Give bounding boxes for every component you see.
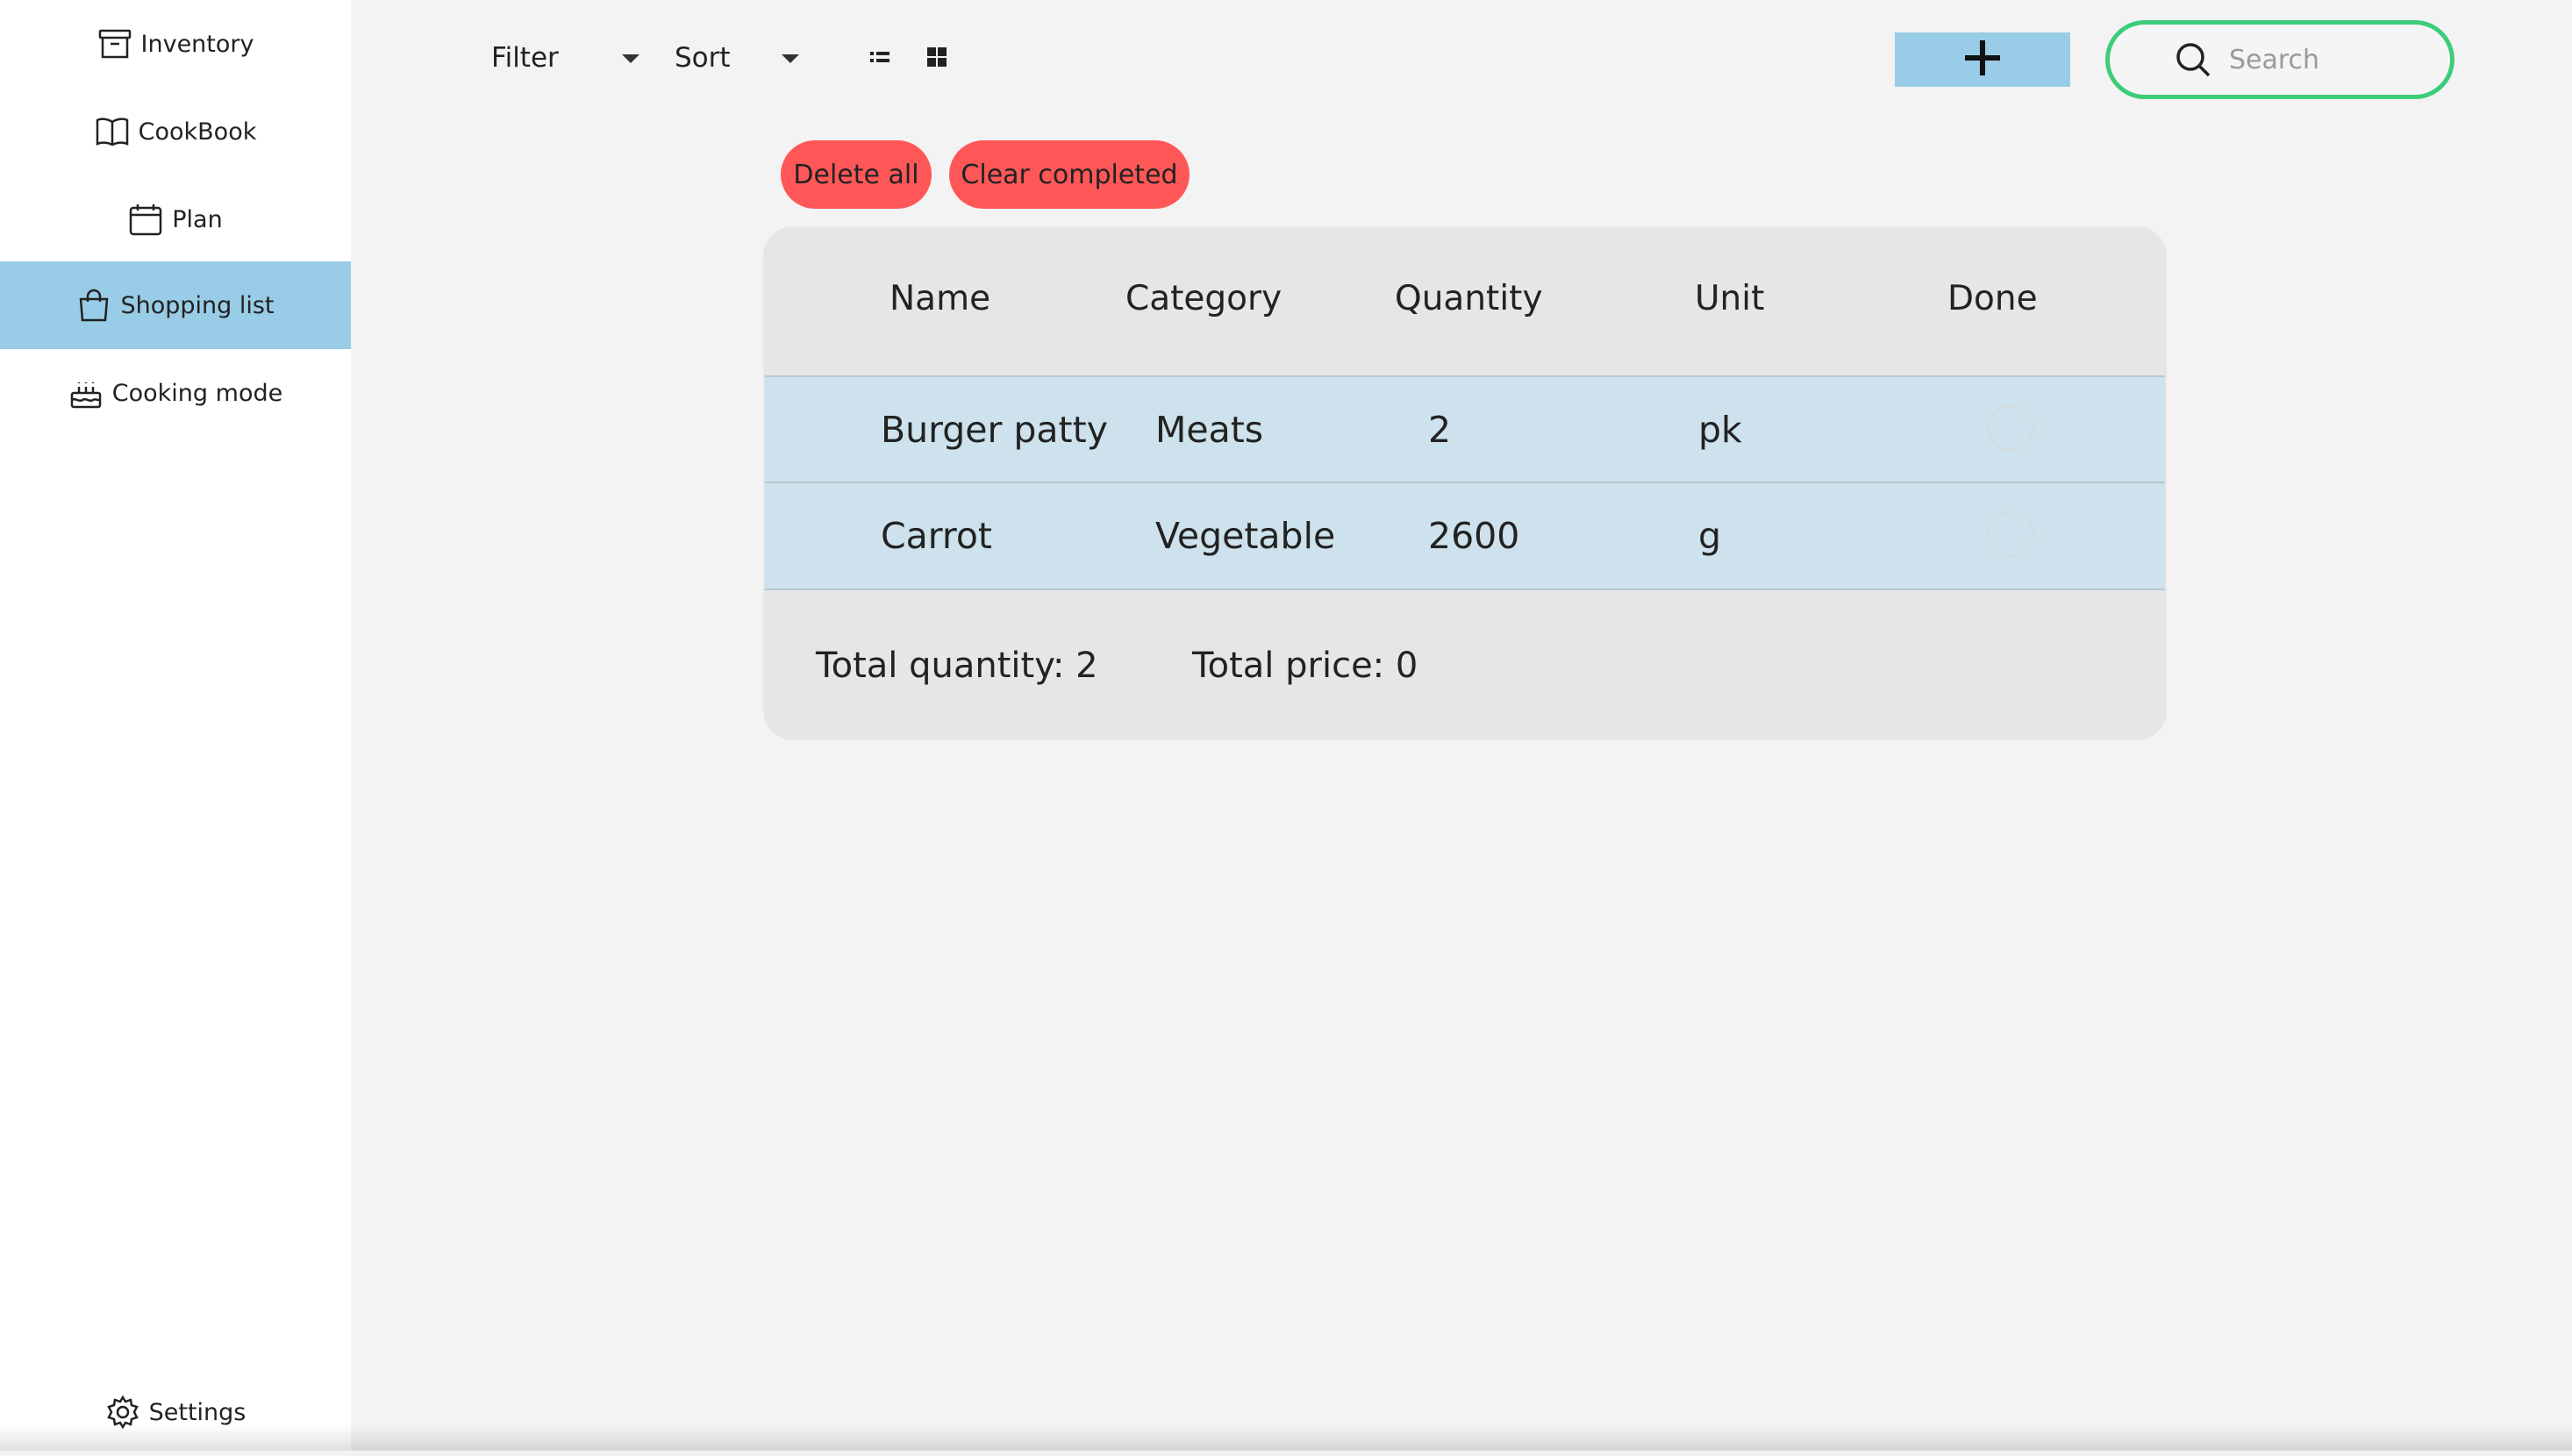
table-row[interactable]: Carrot Vegetable 2600 g: [765, 482, 2165, 590]
column-header-quantity: Quantity: [1395, 279, 1543, 318]
sidebar-item-label: Plan: [172, 205, 223, 233]
done-checkbox[interactable]: [1987, 404, 2034, 452]
shopping-bag-icon: [76, 288, 111, 323]
shopping-list-table: Name Category Quantity Unit Done Burger …: [763, 226, 2167, 740]
filter-dropdown[interactable]: Filter: [491, 42, 559, 74]
sidebar-item-cooking-mode[interactable]: Cooking mode: [0, 349, 351, 437]
done-checkbox[interactable]: [1987, 510, 2034, 558]
add-item-button[interactable]: [1895, 32, 2070, 87]
plus-icon: [1963, 39, 2002, 81]
sidebar-item-label: Shopping list: [120, 291, 275, 319]
open-book-icon: [95, 114, 130, 149]
sidebar-item-label: Inventory: [140, 30, 254, 58]
table-row[interactable]: Burger patty Meats 2 pk: [765, 375, 2165, 482]
column-header-done: Done: [1947, 279, 2038, 318]
cell-unit: g: [1698, 515, 1722, 557]
sort-chevron-down-icon[interactable]: [782, 54, 799, 63]
filter-chevron-down-icon[interactable]: [622, 54, 639, 63]
cell-quantity: 2600: [1428, 515, 1520, 557]
sidebar: Inventory CookBook Plan Shopping list Co…: [0, 0, 351, 1451]
sidebar-item-plan[interactable]: Plan: [0, 175, 351, 263]
cake-icon: [68, 375, 104, 410]
delete-all-button[interactable]: Delete all: [781, 140, 932, 209]
sort-dropdown[interactable]: Sort: [675, 42, 731, 74]
cell-name: Burger patty: [881, 409, 1108, 451]
sidebar-item-cookbook[interactable]: CookBook: [0, 88, 351, 175]
list-view-icon[interactable]: [870, 49, 889, 70]
grid-view-icon[interactable]: [927, 47, 947, 70]
clear-completed-button[interactable]: Clear completed: [949, 140, 1190, 209]
sidebar-item-shopping-list[interactable]: Shopping list: [0, 261, 351, 349]
window-bottom-edge: [0, 1424, 2572, 1451]
sidebar-item-label: Settings: [148, 1398, 246, 1426]
column-header-unit: Unit: [1695, 279, 1765, 318]
calendar-icon: [128, 202, 163, 237]
cell-name: Carrot: [881, 515, 993, 557]
search-icon: [2175, 41, 2211, 78]
search-input[interactable]: [2227, 43, 2450, 76]
total-quantity: Total quantity: 2: [816, 646, 1098, 686]
cell-category: Vegetable: [1155, 515, 1336, 557]
cell-quantity: 2: [1428, 409, 1452, 451]
sidebar-item-label: Cooking mode: [111, 379, 283, 407]
column-header-category: Category: [1125, 279, 1282, 318]
sidebar-item-label: CookBook: [138, 118, 257, 146]
column-header-name: Name: [889, 279, 991, 318]
archive-box-icon: [97, 26, 132, 61]
cell-category: Meats: [1155, 409, 1264, 451]
cell-unit: pk: [1698, 409, 1742, 451]
search-box[interactable]: [2105, 20, 2454, 99]
sidebar-item-inventory[interactable]: Inventory: [0, 0, 351, 88]
total-price: Total price: 0: [1192, 646, 1418, 686]
